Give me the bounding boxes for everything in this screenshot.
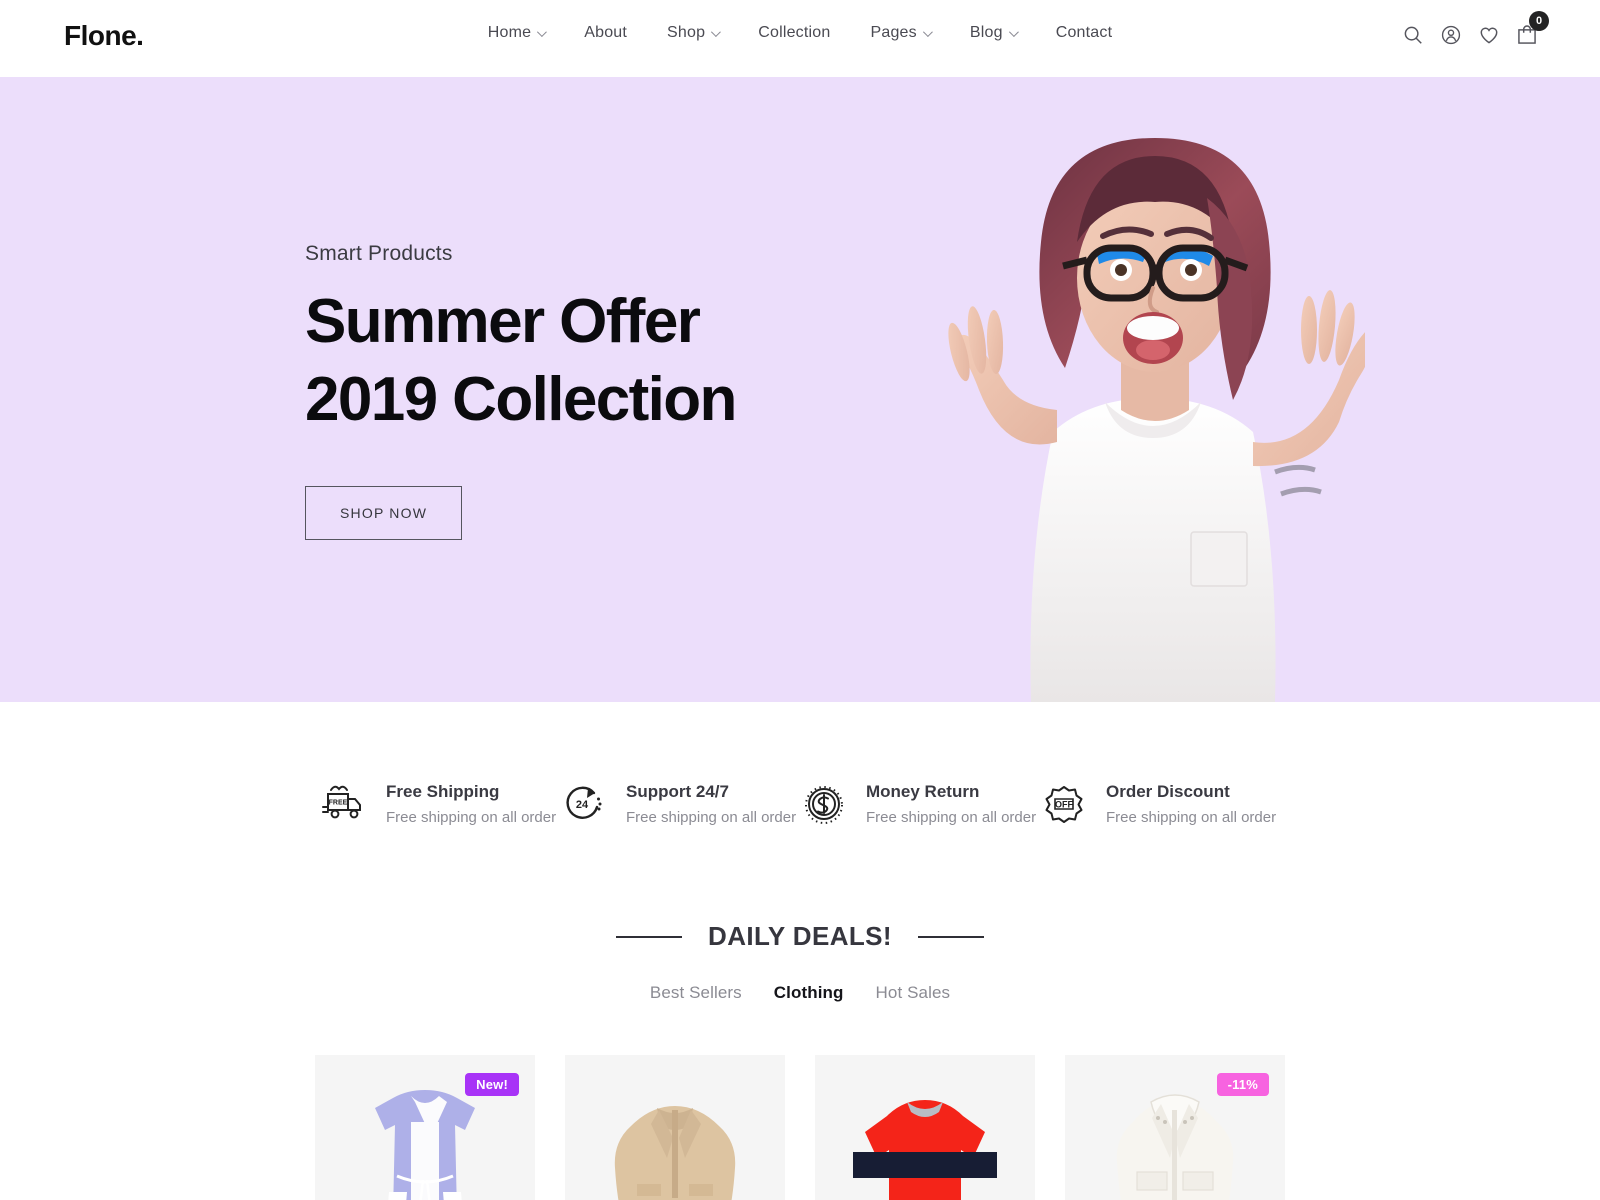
chevron-down-icon	[711, 26, 722, 37]
nav-item-collection[interactable]: Collection	[738, 24, 850, 42]
feature-order-discount: OFF Order Discount Free shipping on all …	[1040, 780, 1280, 828]
tab-hot-sales[interactable]: Hot Sales	[876, 983, 951, 1003]
site-header: Flone. Home About Shop Collection Pages …	[0, 0, 1600, 77]
hero-banner: Smart Products Summer Offer 2019 Collect…	[0, 77, 1600, 702]
money-return-coin-icon	[800, 780, 848, 828]
main-navigation: Home About Shop Collection Pages Blog Co…	[0, 24, 1600, 42]
nav-label: Pages	[870, 24, 917, 41]
lavender-white-shirt-dress-image	[375, 1090, 475, 1200]
feature-desc: Free shipping on all order	[626, 809, 797, 826]
product-card-1[interactable]: New!	[315, 1055, 535, 1200]
feature-desc: Free shipping on all order	[1106, 809, 1277, 826]
nav-item-shop[interactable]: Shop	[647, 24, 738, 42]
hero-model-image	[945, 102, 1371, 702]
feature-free-shipping: FREE Free Shipping Free shipping on all …	[320, 780, 560, 828]
hero-text-block: Smart Products Summer Offer 2019 Collect…	[305, 242, 737, 541]
svg-text:FREE: FREE	[329, 800, 348, 807]
feature-money-return: Money Return Free shipping on all order	[800, 780, 1040, 828]
nav-label: Collection	[758, 24, 831, 41]
feature-title: Order Discount	[1106, 782, 1230, 801]
support-24-7-icon: 24	[560, 780, 608, 828]
nav-item-blog[interactable]: Blog	[950, 24, 1036, 42]
white-hooded-jacket-image	[1116, 1094, 1234, 1200]
tab-clothing[interactable]: Clothing	[774, 983, 844, 1003]
nav-item-pages[interactable]: Pages	[850, 24, 949, 42]
section-title: DAILY DEALS!	[708, 921, 892, 951]
shopping-cart-icon[interactable]: 0	[1516, 11, 1549, 46]
hero-title-line-2: 2019 Collection	[305, 365, 737, 435]
wishlist-heart-icon[interactable]	[1478, 24, 1500, 46]
feature-desc: Free shipping on all order	[386, 809, 557, 826]
heading-rule-right	[917, 935, 984, 938]
product-card-2[interactable]	[565, 1055, 785, 1200]
product-badge-discount: -11%	[1216, 1073, 1269, 1096]
nav-item-home[interactable]: Home	[468, 24, 564, 42]
beige-teddy-coat-image	[614, 1106, 736, 1200]
nav-label: Home	[487, 24, 532, 41]
product-card-4[interactable]: -11%	[1065, 1055, 1285, 1200]
svg-text:24: 24	[576, 799, 589, 811]
svg-text:OFF: OFF	[1055, 800, 1073, 810]
feature-desc: Free shipping on all order	[866, 809, 1037, 826]
nav-label: Contact	[1055, 24, 1113, 41]
search-icon[interactable]	[1402, 24, 1424, 46]
nav-label: Blog	[969, 24, 1003, 41]
cart-count-badge: 0	[1529, 11, 1549, 31]
tab-best-sellers[interactable]: Best Sellers	[650, 983, 742, 1003]
hero-subtitle: Smart Products	[305, 242, 453, 265]
chevron-down-icon	[922, 26, 933, 37]
header-icon-group: 0	[1402, 11, 1549, 46]
product-card-3[interactable]	[815, 1055, 1035, 1200]
hero-title-line-1: Summer Offer	[305, 287, 701, 356]
product-grid: New! -11%	[0, 1055, 1600, 1200]
daily-deals-heading: DAILY DEALS!	[0, 921, 1600, 952]
feature-support-24-7: 24 Support 24/7 Free shipping on all ord…	[560, 780, 800, 828]
chevron-down-icon	[1008, 26, 1019, 37]
daily-deals-section: DAILY DEALS! Best Sellers Clothing Hot S…	[0, 921, 1600, 1003]
product-badge-new: New!	[465, 1073, 519, 1096]
order-discount-off-icon: OFF	[1040, 780, 1088, 828]
user-account-icon[interactable]	[1440, 24, 1462, 46]
nav-label: About	[584, 24, 628, 41]
nav-item-about[interactable]: About	[564, 24, 647, 42]
chevron-down-icon	[537, 26, 548, 37]
nav-item-contact[interactable]: Contact	[1036, 24, 1133, 42]
feature-bar: FREE Free Shipping Free shipping on all …	[0, 702, 1600, 828]
deals-tab-list: Best Sellers Clothing Hot Sales	[0, 983, 1600, 1003]
nav-label: Shop	[667, 24, 706, 41]
red-navy-striped-sweater-image	[853, 1100, 997, 1200]
free-shipping-truck-icon: FREE	[320, 780, 368, 828]
shop-now-button[interactable]: SHOP NOW	[305, 486, 463, 541]
feature-title: Free Shipping	[386, 782, 500, 801]
feature-title: Support 24/7	[626, 782, 729, 801]
feature-title: Money Return	[866, 782, 980, 801]
heading-rule-left	[616, 935, 683, 938]
